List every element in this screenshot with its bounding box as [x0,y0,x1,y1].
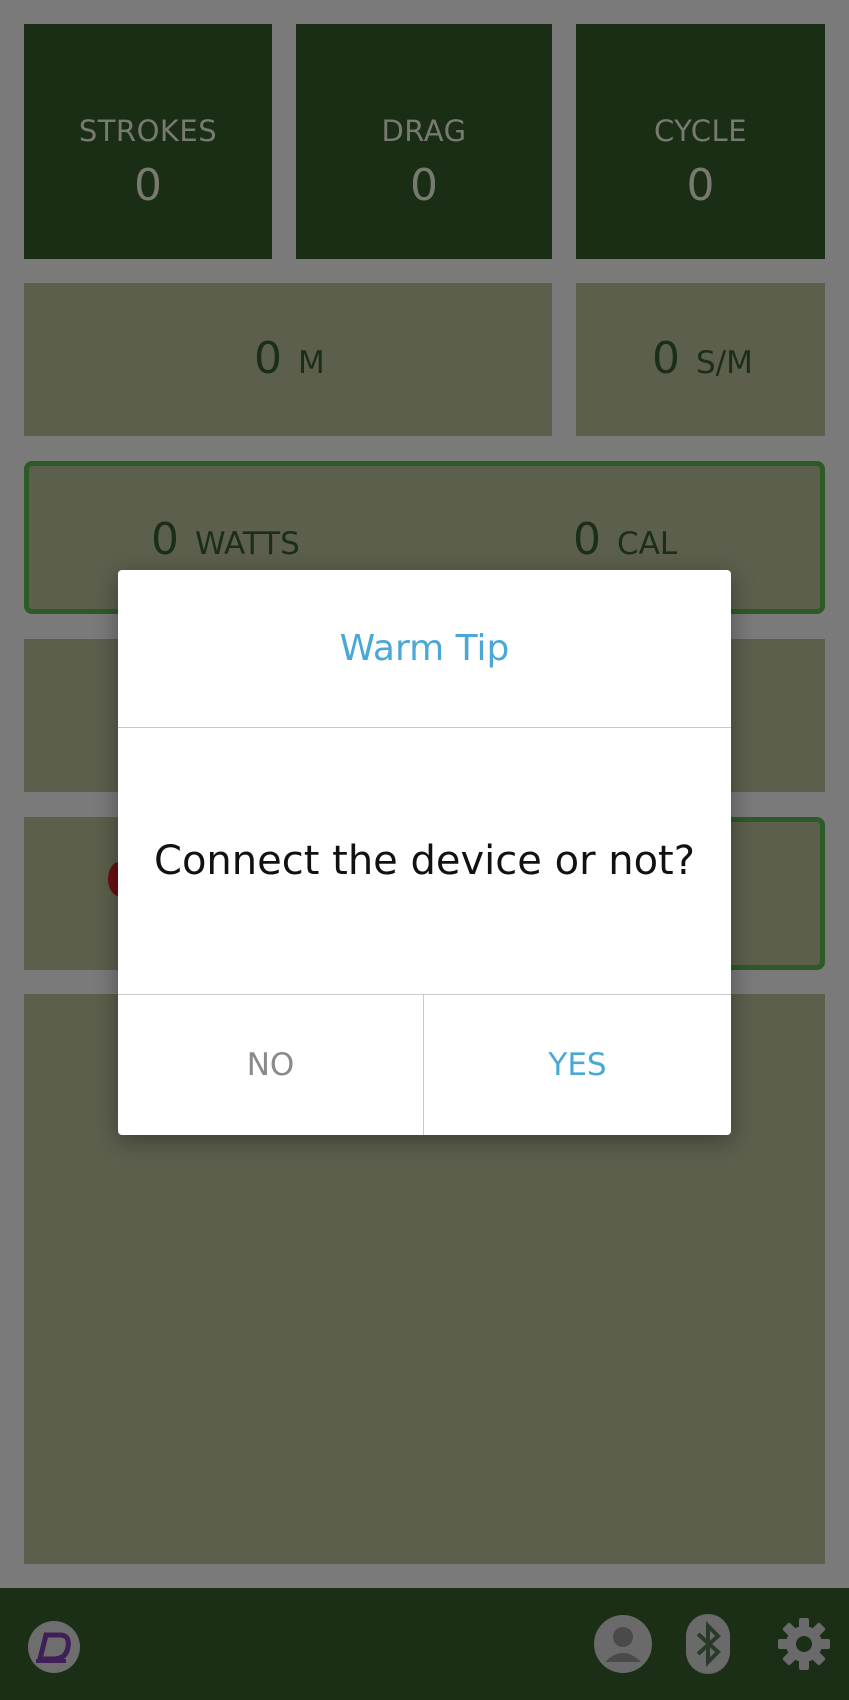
bluetooth-icon[interactable] [684,1612,732,1676]
drag-label: DRAG [381,114,467,148]
stroke-rate-value: 0 [652,333,680,384]
cycle-tile: CYCLE 0 [576,24,825,259]
cycle-value: 0 [686,160,715,211]
strokes-value: 0 [134,160,162,211]
bottom-nav-bar [0,1588,849,1700]
distance-value: 0 [254,333,282,384]
distance-unit: M [298,345,325,381]
app-logo-icon[interactable] [26,1619,82,1675]
dialog-title: Warm Tip [339,628,510,669]
power-unit: WATTS [195,526,300,562]
dialog-message: Connect the device or not? [154,838,695,884]
warm-tip-dialog: Warm Tip Connect the device or not? NO Y… [118,570,731,1135]
distance-tile: 0 M [24,283,552,436]
settings-gear-icon[interactable] [776,1616,832,1672]
no-button[interactable]: NO [118,995,423,1135]
yes-button[interactable]: YES [424,995,731,1135]
profile-icon[interactable] [593,1614,653,1674]
drag-tile: DRAG 0 [296,24,552,259]
power-value: 0 [151,514,179,565]
stroke-rate-tile: 0 S/M [576,283,825,436]
calories-unit: CAL [617,526,678,562]
calories-value: 0 [573,514,601,565]
strokes-label: STROKES [78,114,218,148]
stroke-rate-unit: S/M [696,345,753,381]
drag-value: 0 [410,160,438,211]
cycle-label: CYCLE [653,114,748,148]
strokes-tile: STROKES 0 [24,24,272,259]
